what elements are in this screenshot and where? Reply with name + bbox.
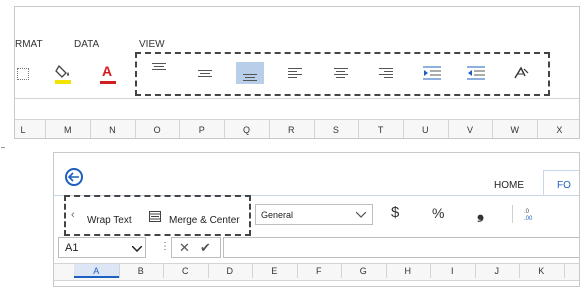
- currency-format-button[interactable]: $: [391, 204, 399, 221]
- column-divider: [90, 120, 92, 138]
- increase-decimal-icon[interactable]: .0.00: [524, 207, 538, 222]
- wrap-text-label: Wrap Text: [87, 215, 132, 226]
- column-divider: [402, 120, 404, 138]
- column-header-h[interactable]: H: [386, 264, 431, 278]
- tab-format[interactable]: RMAT: [15, 39, 43, 50]
- toolbar-divider: [512, 205, 513, 223]
- column-header-x[interactable]: X: [549, 125, 569, 135]
- merge-center-icon: [149, 209, 161, 222]
- formula-actions: ✕ ✔: [171, 237, 221, 258]
- column-header-row: L M N O P Q R S T U V W X: [15, 120, 579, 138]
- column-header-u[interactable]: U: [415, 125, 435, 135]
- column-header-o[interactable]: O: [147, 125, 167, 135]
- column-divider: [313, 120, 315, 138]
- column-header-d[interactable]: D: [208, 264, 253, 278]
- ribbon-bottom-border: [15, 98, 579, 99]
- comma-style-button[interactable]: ❟: [477, 202, 484, 223]
- tab-data[interactable]: DATA: [74, 39, 99, 50]
- column-divider: [179, 120, 181, 138]
- name-box[interactable]: A1: [58, 237, 146, 258]
- column-divider: [537, 120, 539, 138]
- top-ribbon-panel: RMAT DATA VIEW A L M N O P Q R S T U V W…: [14, 6, 580, 139]
- name-box-value: A1: [65, 242, 79, 254]
- column-divider: [268, 120, 270, 138]
- column-header-w[interactable]: W: [505, 125, 525, 135]
- column-divider: [45, 120, 47, 138]
- column-header-j[interactable]: J: [475, 264, 520, 278]
- align-center-icon[interactable]: [327, 62, 355, 84]
- merge-center-button[interactable]: Merge & Center: [169, 210, 240, 228]
- column-divider: [224, 120, 226, 138]
- tab-view[interactable]: VIEW: [139, 39, 165, 50]
- column-header-t[interactable]: T: [371, 125, 391, 135]
- wrap-text-button[interactable]: Wrap Text: [87, 210, 132, 228]
- font-color-icon[interactable]: A: [99, 62, 117, 86]
- number-format-select[interactable]: General: [255, 204, 373, 225]
- column-header-e[interactable]: E: [252, 264, 297, 278]
- column-header-v[interactable]: V: [460, 125, 480, 135]
- borders-icon[interactable]: [17, 68, 29, 80]
- chevron-down-icon: [356, 212, 366, 218]
- enter-check-icon[interactable]: ✔: [200, 240, 211, 256]
- font-color-letter: A: [102, 63, 113, 79]
- number-format-value: General: [261, 210, 294, 220]
- column-header-n[interactable]: N: [102, 125, 122, 135]
- column-header-row: ABCDEFGHIJK: [54, 263, 579, 281]
- increase-indent-icon[interactable]: [462, 62, 490, 84]
- column-header-c[interactable]: C: [163, 264, 208, 278]
- column-header-p[interactable]: P: [192, 125, 212, 135]
- scroll-left-chevron-icon[interactable]: ‹: [71, 209, 75, 221]
- column-header-k[interactable]: K: [519, 264, 564, 278]
- text-orientation-icon[interactable]: [507, 62, 535, 84]
- align-right-icon[interactable]: [372, 62, 400, 84]
- column-header-s[interactable]: S: [326, 125, 346, 135]
- column-header-b[interactable]: B: [119, 264, 164, 278]
- cancel-icon[interactable]: ✕: [179, 240, 190, 256]
- tab-formulas[interactable]: FO: [543, 170, 579, 196]
- svg-text:.00: .00: [524, 216, 533, 221]
- column-header-m[interactable]: M: [58, 125, 78, 135]
- column-divider: [563, 264, 565, 278]
- formula-input[interactable]: [223, 237, 579, 258]
- svg-text:.0: .0: [524, 209, 530, 215]
- column-header-q[interactable]: Q: [237, 125, 257, 135]
- column-header-g[interactable]: G: [341, 264, 386, 278]
- more-options-icon[interactable]: ⋮: [160, 241, 170, 252]
- align-top-icon[interactable]: [145, 59, 173, 81]
- tab-home[interactable]: HOME: [494, 180, 524, 191]
- column-header-i[interactable]: I: [430, 264, 475, 278]
- percent-format-button[interactable]: %: [432, 205, 444, 221]
- column-header-r[interactable]: R: [281, 125, 301, 135]
- bottom-ribbon-panel: HOME FO ‹ Wrap Text Merge & Center Gener…: [53, 152, 580, 287]
- column-divider: [447, 120, 449, 138]
- column-header-l[interactable]: L: [15, 125, 33, 135]
- chevron-down-icon: [132, 246, 142, 252]
- fill-color-icon[interactable]: [55, 63, 73, 85]
- decrease-indent-icon[interactable]: [418, 62, 446, 84]
- column-header-f[interactable]: F: [297, 264, 342, 278]
- column-header-a[interactable]: A: [74, 264, 119, 278]
- align-bottom-icon[interactable]: [236, 62, 264, 84]
- align-middle-icon[interactable]: [191, 62, 219, 84]
- back-arrow-icon[interactable]: [65, 168, 83, 186]
- column-divider: [358, 120, 360, 138]
- merge-center-label: Merge & Center: [169, 215, 240, 226]
- column-divider: [134, 120, 136, 138]
- column-divider: [492, 120, 494, 138]
- divider-mark: [1, 147, 5, 148]
- align-left-icon[interactable]: [281, 62, 309, 84]
